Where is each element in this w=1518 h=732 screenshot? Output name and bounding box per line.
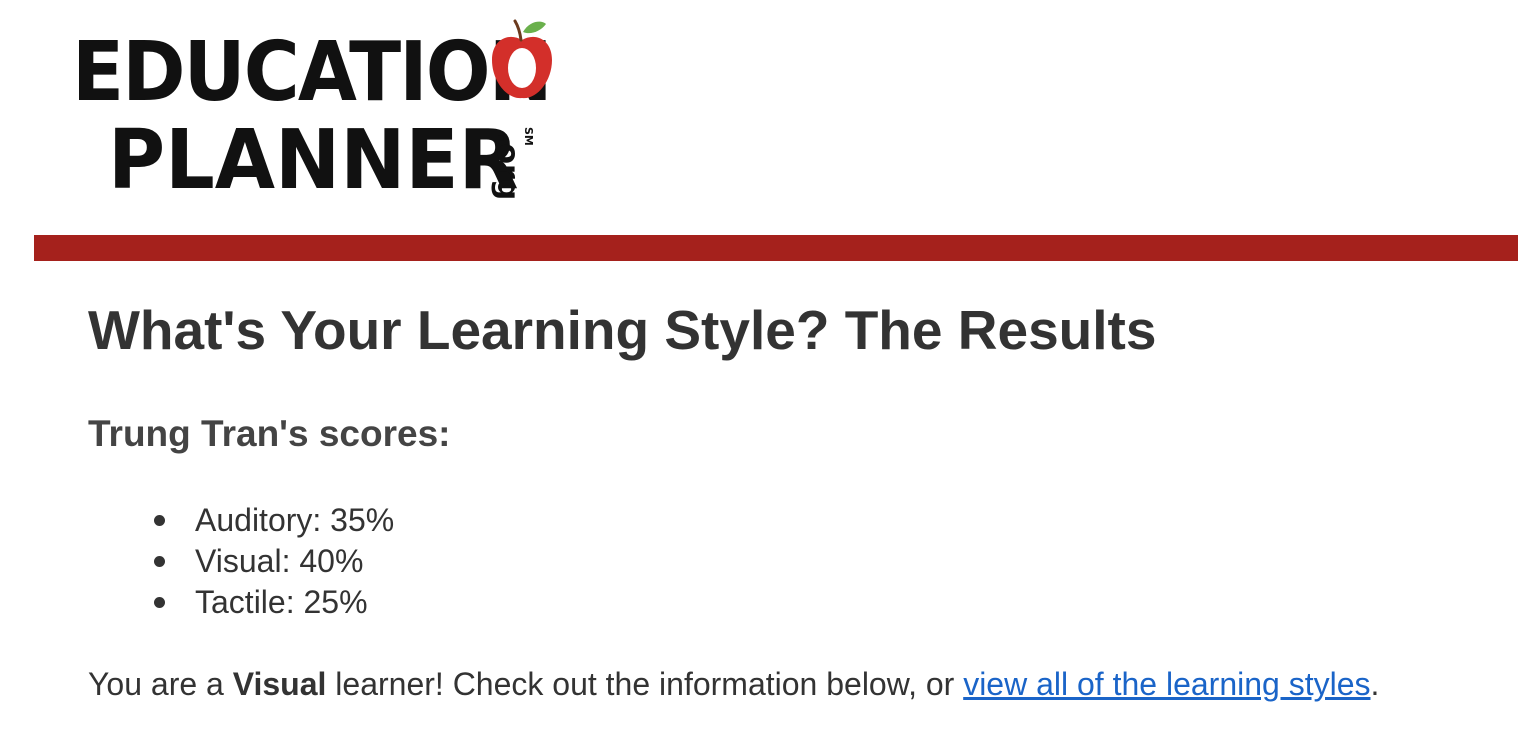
scores-heading: Trung Tran's scores: bbox=[88, 413, 451, 454]
score-text: Auditory: 35% bbox=[195, 502, 395, 538]
summary-suffix: . bbox=[1370, 666, 1380, 702]
apple-icon bbox=[492, 19, 552, 99]
education-planner-logo[interactable]: EDUCATION PLANNER .org SM bbox=[72, 8, 592, 208]
logo-text-education: EDUCATION bbox=[72, 25, 553, 120]
summary-middle: learner! Check out the information below… bbox=[326, 666, 964, 702]
red-divider-bar bbox=[34, 235, 1518, 261]
learning-style-result: Visual bbox=[232, 666, 327, 702]
bullet-icon bbox=[154, 556, 165, 567]
page-title: What's Your Learning Style? The Results bbox=[88, 299, 1157, 361]
view-all-learning-styles-link[interactable]: view all of the learning styles bbox=[963, 666, 1370, 702]
scores-list: Auditory: 35% Visual: 40% Tactile: 25% bbox=[148, 500, 394, 623]
result-summary: You are a Visual learner! Check out the … bbox=[88, 662, 1379, 706]
summary-prefix: You are a bbox=[88, 666, 233, 702]
bullet-icon bbox=[154, 597, 165, 608]
logo-text-org: .org bbox=[490, 132, 525, 201]
score-text: Tactile: 25% bbox=[195, 584, 368, 620]
logo-service-mark: SM bbox=[522, 127, 535, 146]
score-item-visual: Visual: 40% bbox=[148, 541, 394, 582]
score-text: Visual: 40% bbox=[195, 543, 364, 579]
bullet-icon bbox=[154, 515, 165, 526]
score-item-tactile: Tactile: 25% bbox=[148, 582, 394, 623]
score-item-auditory: Auditory: 35% bbox=[148, 500, 394, 541]
logo-text-planner: PLANNER bbox=[108, 113, 519, 208]
